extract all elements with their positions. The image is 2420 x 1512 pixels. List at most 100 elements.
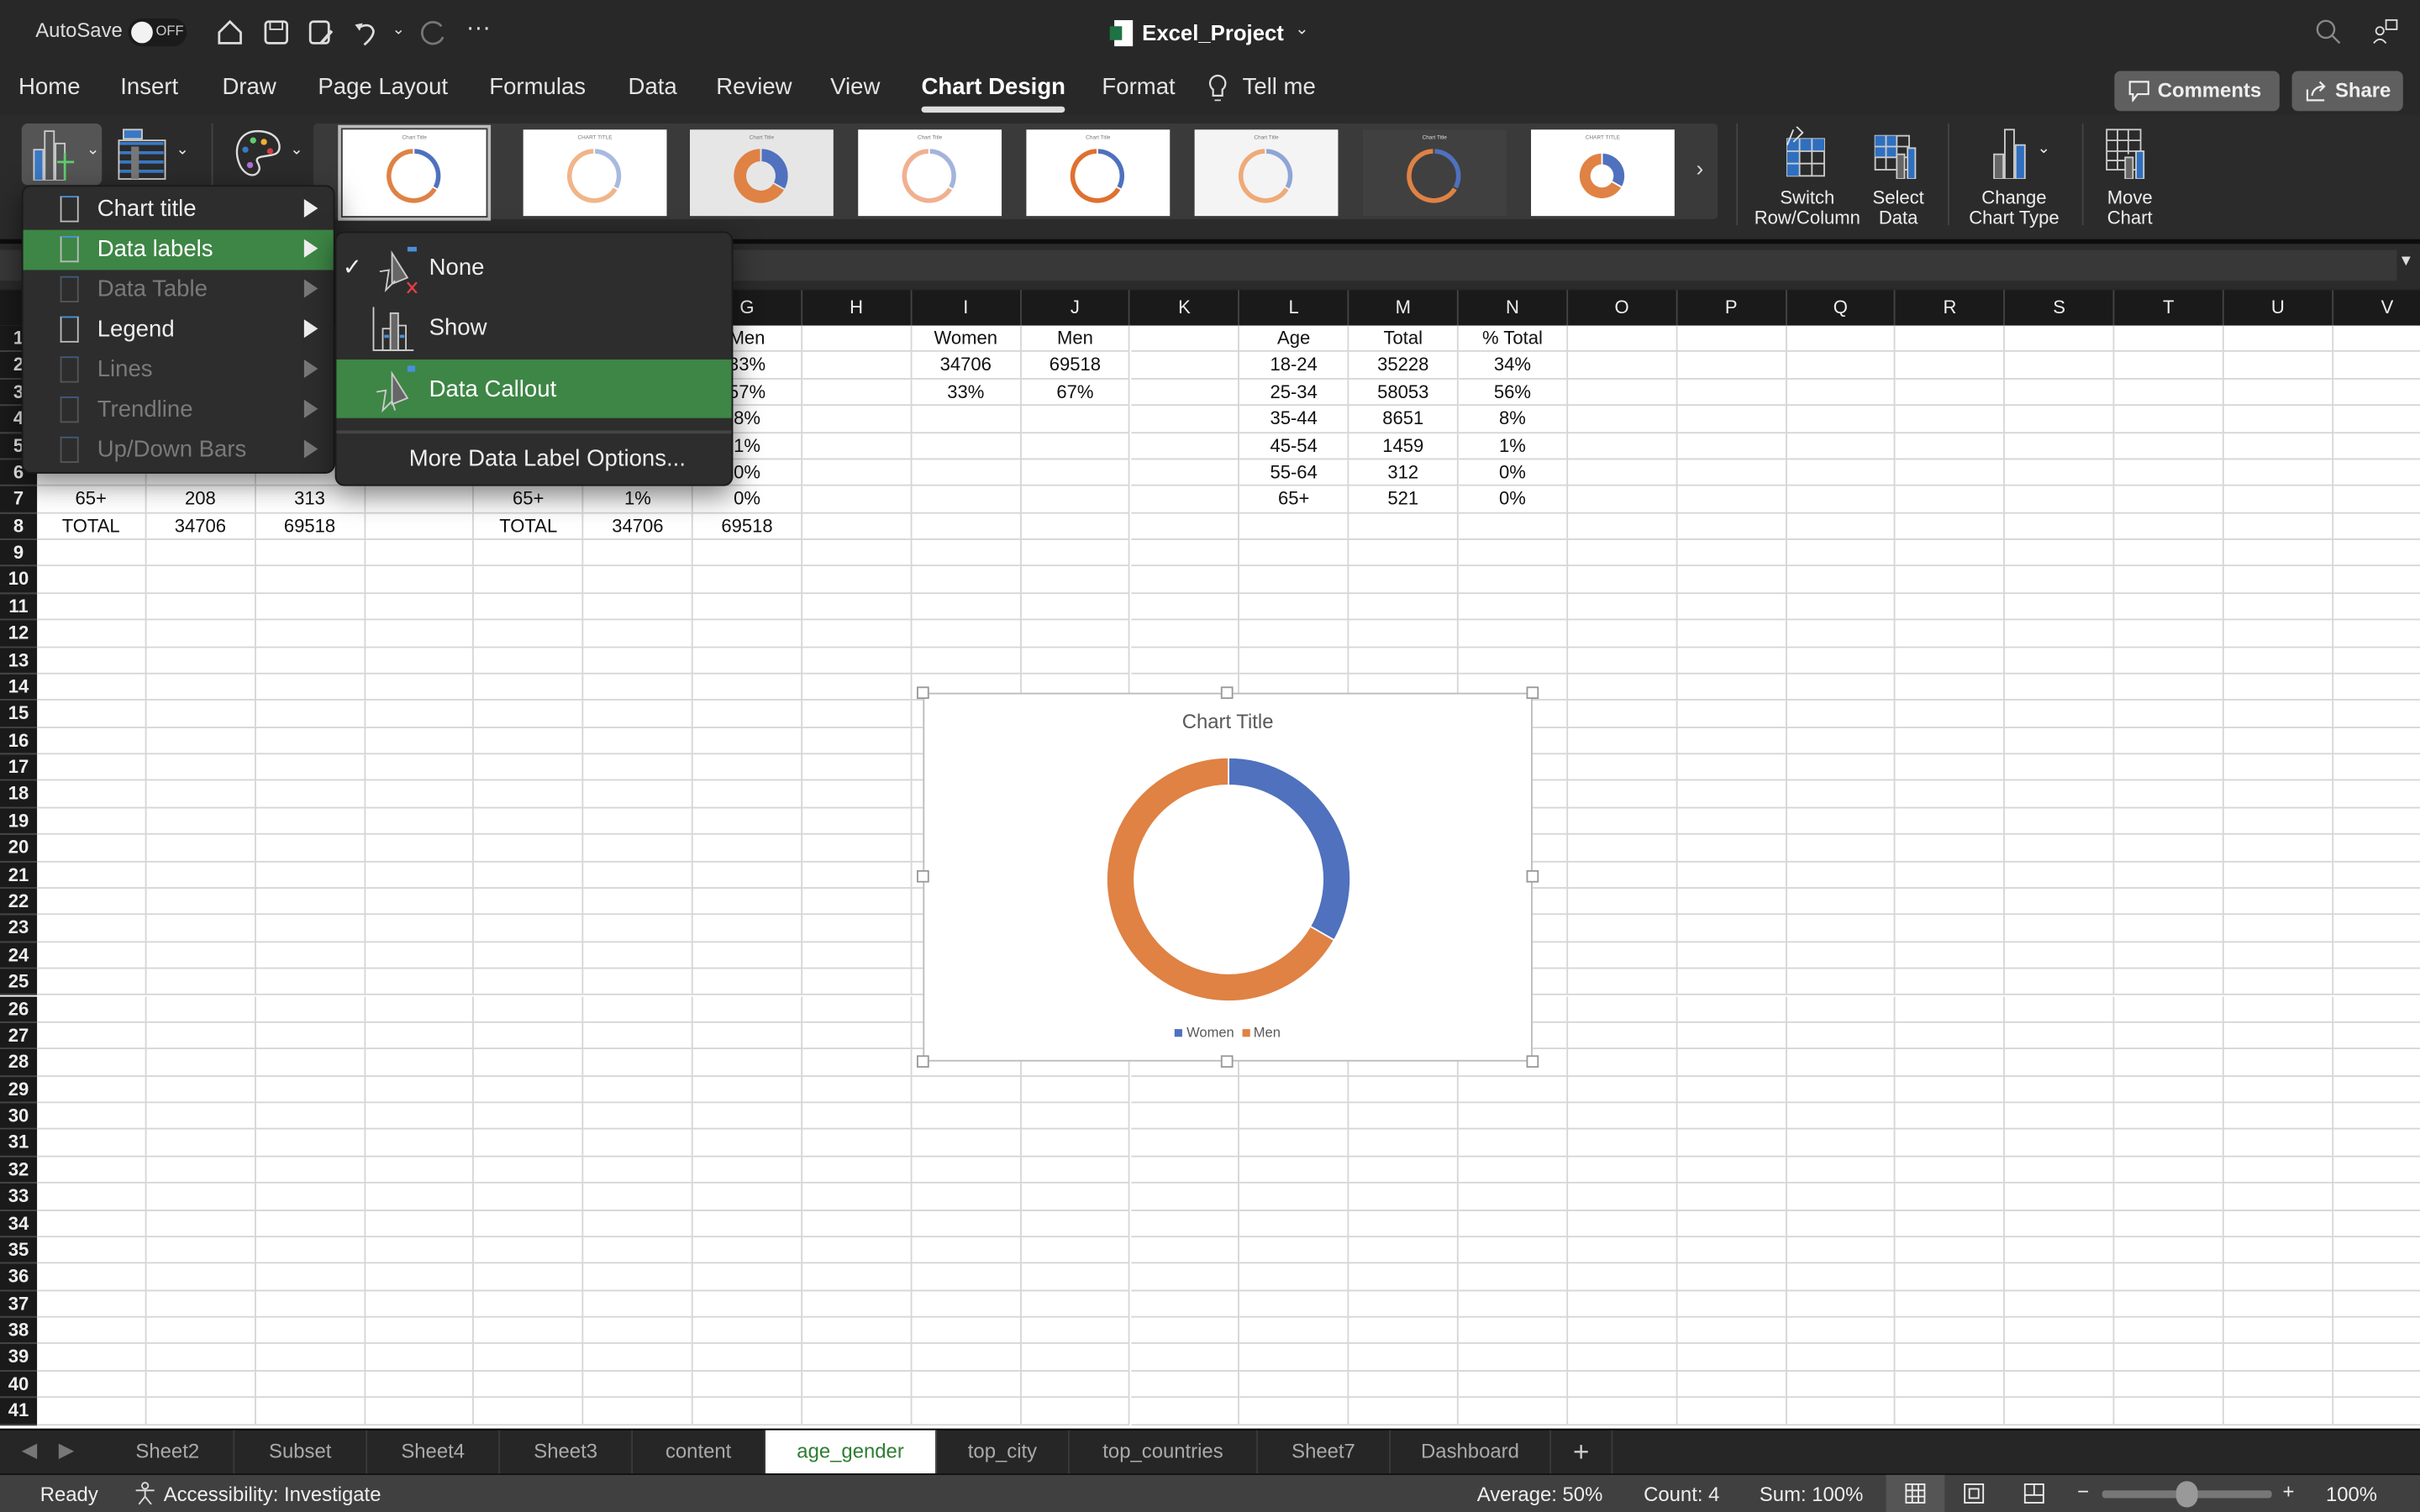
row-header-21[interactable]: 21 [0,861,38,889]
cell-T27[interactable] [2114,1022,2224,1050]
prev-sheet-icon[interactable]: ◀ [22,1438,37,1462]
cell-K31[interactable] [1130,1130,1240,1158]
cell-Q35[interactable] [1786,1236,1897,1264]
cell-T38[interactable] [2114,1317,2224,1345]
resize-handle[interactable] [1220,1055,1234,1068]
cell-U39[interactable] [2223,1344,2333,1372]
cell-F41[interactable] [583,1398,693,1425]
cell-O35[interactable] [1567,1236,1678,1264]
cell-F22[interactable] [583,888,693,916]
row-header-20[interactable]: 20 [0,835,38,862]
cell-M5[interactable]: 1459 [1349,433,1459,460]
cell-E17[interactable] [474,754,584,782]
cell-M34[interactable] [1349,1210,1459,1237]
cell-A15[interactable] [37,701,147,728]
cell-Q31[interactable] [1786,1130,1897,1158]
cell-O4[interactable] [1567,406,1678,433]
cell-Q30[interactable] [1786,1103,1897,1131]
cell-B7[interactable]: 208 [146,486,256,513]
row-header-11[interactable]: 11 [0,593,38,621]
cell-H34[interactable] [802,1210,913,1237]
cell-F11[interactable] [583,593,693,621]
cell-P16[interactable] [1677,727,1787,755]
cell-A12[interactable] [37,620,147,648]
cell-M31[interactable] [1349,1130,1459,1158]
cell-K3[interactable] [1130,379,1240,407]
cell-U1[interactable] [2223,325,2333,353]
cell-P3[interactable] [1677,379,1787,407]
cell-K13[interactable] [1130,647,1240,675]
cell-N4[interactable]: 8% [1458,406,1568,433]
cell-P28[interactable] [1677,1049,1787,1077]
sheet-tab-subset[interactable]: Subset [234,1430,368,1474]
cell-G29[interactable] [692,1076,802,1104]
cell-S18[interactable] [2005,781,2115,809]
cell-G28[interactable] [692,1049,802,1077]
cell-D28[interactable] [365,1049,475,1077]
cell-A38[interactable] [37,1317,147,1345]
cell-Q4[interactable] [1786,406,1897,433]
cell-A24[interactable] [37,942,147,969]
cell-V17[interactable] [2333,754,2420,782]
cell-R19[interactable] [1896,808,2006,836]
zoom-slider-handle[interactable] [2175,1481,2198,1508]
cell-E27[interactable] [474,1022,584,1050]
cell-F16[interactable] [583,727,693,755]
cell-G21[interactable] [692,861,802,889]
cell-D38[interactable] [365,1317,475,1345]
cell-U28[interactable] [2223,1049,2333,1077]
cell-C21[interactable] [255,861,366,889]
cell-E15[interactable] [474,701,584,728]
cell-S29[interactable] [2005,1076,2115,1104]
cell-H1[interactable] [802,325,913,353]
row-header-14[interactable]: 14 [0,674,38,701]
cell-P29[interactable] [1677,1076,1787,1104]
cell-E9[interactable] [474,539,584,567]
cell-S34[interactable] [2005,1210,2115,1237]
cell-B36[interactable] [146,1263,256,1291]
cell-A39[interactable] [37,1344,147,1372]
cell-U10[interactable] [2223,566,2333,594]
cell-N34[interactable] [1458,1210,1568,1237]
cell-O39[interactable] [1567,1344,1678,1372]
cell-L13[interactable] [1239,647,1349,675]
cell-Q17[interactable] [1786,754,1897,782]
cell-D24[interactable] [365,942,475,969]
cell-J3[interactable]: 67% [1021,379,1131,407]
cell-D25[interactable] [365,969,475,996]
cell-V10[interactable] [2333,567,2420,594]
cell-Q2[interactable] [1786,352,1897,380]
cell-T32[interactable] [2114,1157,2224,1184]
cell-U25[interactable] [2223,969,2333,996]
cell-N7[interactable]: 0% [1458,486,1568,513]
cell-B27[interactable] [146,1022,256,1050]
cell-O30[interactable] [1567,1103,1678,1131]
cell-U41[interactable] [2223,1398,2333,1425]
cell-A36[interactable] [37,1263,147,1291]
cell-G10[interactable] [692,566,802,594]
share-button[interactable]: Share [2291,71,2403,112]
cell-G23[interactable] [692,915,802,942]
cell-D11[interactable] [365,593,475,621]
cell-I4[interactable] [912,406,1022,433]
menu-item-data-labels[interactable]: Data labels [23,229,334,270]
cell-U22[interactable] [2223,888,2333,916]
cell-S5[interactable] [2005,433,2115,460]
cell-I34[interactable] [912,1210,1022,1237]
zoom-level[interactable]: 100% [2326,1483,2377,1506]
cell-Q10[interactable] [1786,566,1897,594]
cell-O22[interactable] [1567,888,1678,916]
cell-H6[interactable] [802,459,913,487]
cell-M9[interactable] [1349,539,1459,567]
cell-H22[interactable] [802,888,913,916]
cell-N38[interactable] [1458,1317,1568,1345]
column-header-Q[interactable]: Q [1786,290,1897,326]
cell-U4[interactable] [2223,406,2333,433]
cell-C29[interactable] [255,1076,366,1104]
cell-F26[interactable] [583,995,693,1023]
cell-U30[interactable] [2223,1103,2333,1131]
cell-R17[interactable] [1896,754,2006,782]
cell-J36[interactable] [1021,1263,1131,1291]
cell-D32[interactable] [365,1157,475,1184]
cell-J40[interactable] [1021,1371,1131,1399]
